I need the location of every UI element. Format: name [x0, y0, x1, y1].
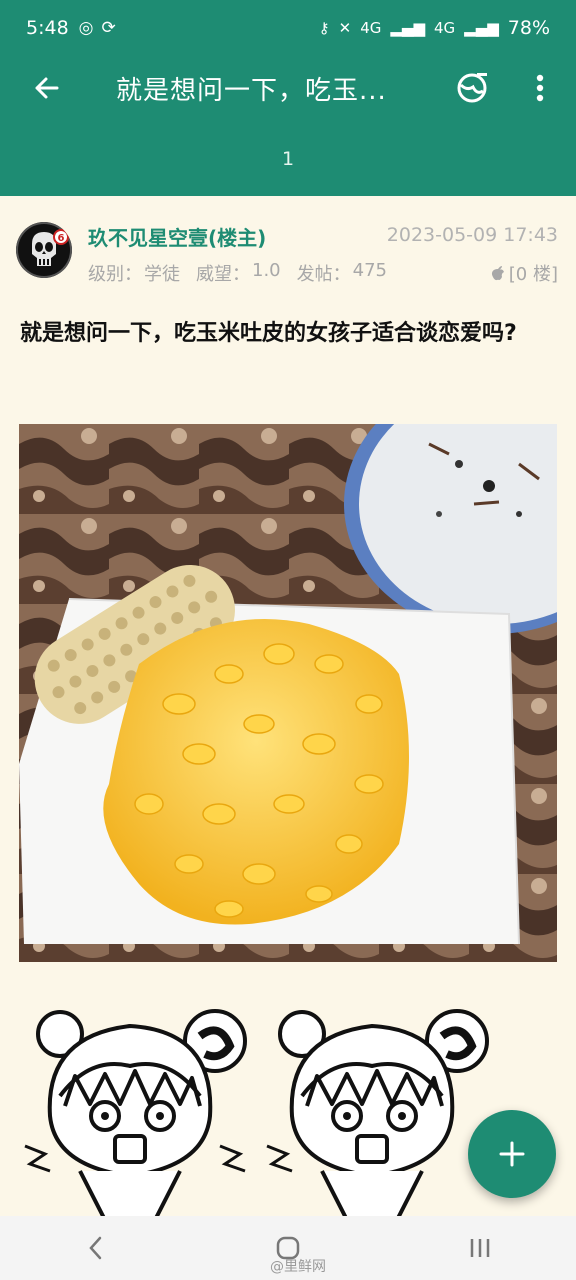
apple-icon: [491, 266, 504, 281]
post-content: 就是想问一下，吃玉米吐皮的女孩子适合谈恋爱吗?: [20, 321, 517, 346]
recents-icon: [470, 1239, 490, 1257]
post-date: 2023-05-09 17:43: [386, 224, 558, 246]
page-indicator: 1: [281, 148, 295, 170]
floor-info: [0 楼]: [491, 260, 558, 286]
battery-level: 78%: [507, 17, 550, 39]
chevron-left-icon: [89, 1236, 102, 1260]
signal-icon-2: ▂▄▆: [464, 19, 499, 37]
prestige-label: 威望：: [196, 264, 250, 285]
signal-icon-1: ▂▄▆: [390, 19, 425, 37]
post-image-corn[interactable]: [19, 424, 557, 962]
thread-title: 就是想问一下，吃玉...: [116, 76, 387, 106]
sticker-image-right[interactable]: [262, 996, 502, 1222]
author-name[interactable]: 玖不见星空壹(楼主): [88, 222, 266, 251]
sticker-image-left[interactable]: [20, 996, 260, 1222]
view-mode-button[interactable]: [452, 68, 492, 108]
posts-value: 475: [352, 260, 387, 281]
skull-avatar-image: 6: [16, 222, 72, 278]
toolbar: 就是想问一下，吃玉...: [0, 56, 576, 122]
author-avatar[interactable]: 6: [16, 222, 72, 278]
mute-icon: ✕: [338, 19, 352, 37]
add-reply-button[interactable]: [468, 1110, 556, 1198]
plus-icon: [499, 1141, 525, 1167]
prestige-value: 1.0: [252, 260, 281, 281]
back-button[interactable]: [26, 68, 66, 108]
cartoon-girl-sticker: [266, 1009, 489, 1222]
status-time: 5:48: [26, 17, 69, 39]
arrow-left-icon: [35, 77, 59, 99]
app-bar: 5:48 ◎ ⟳ ⚷ ✕ 4G ▂▄▆ 4G ▂▄▆ 78% 就是想问一下，吃玉…: [0, 0, 576, 196]
more-options-button[interactable]: [524, 68, 556, 108]
author-meta: 级别： 学徒 威望： 1.0 发帖： 475: [88, 260, 387, 286]
corn-photo: [19, 424, 557, 962]
floor-number: [0 楼]: [508, 264, 558, 285]
key-icon: ⚷: [318, 19, 330, 37]
notification-icon: ◎: [78, 18, 94, 38]
nav-recents-button[interactable]: [440, 1226, 520, 1270]
level-value: 学徒: [144, 264, 180, 285]
globe-icon: [457, 73, 487, 103]
avatar-badge: 6: [58, 233, 65, 244]
status-bar: 5:48 ◎ ⟳ ⚷ ✕ 4G ▂▄▆ 4G ▂▄▆ 78%: [0, 0, 576, 56]
level-label: 级别：: [88, 264, 142, 285]
network-label-2: 4G: [433, 19, 456, 37]
network-label-1: 4G: [360, 19, 382, 37]
cartoon-girl-sticker: [24, 1009, 247, 1222]
nav-back-button[interactable]: [56, 1226, 136, 1270]
watermark: @里鲜网: [270, 1259, 326, 1275]
more-vert-icon: [536, 74, 544, 102]
sync-icon: ⟳: [101, 18, 116, 38]
posts-label: 发帖：: [296, 264, 351, 285]
